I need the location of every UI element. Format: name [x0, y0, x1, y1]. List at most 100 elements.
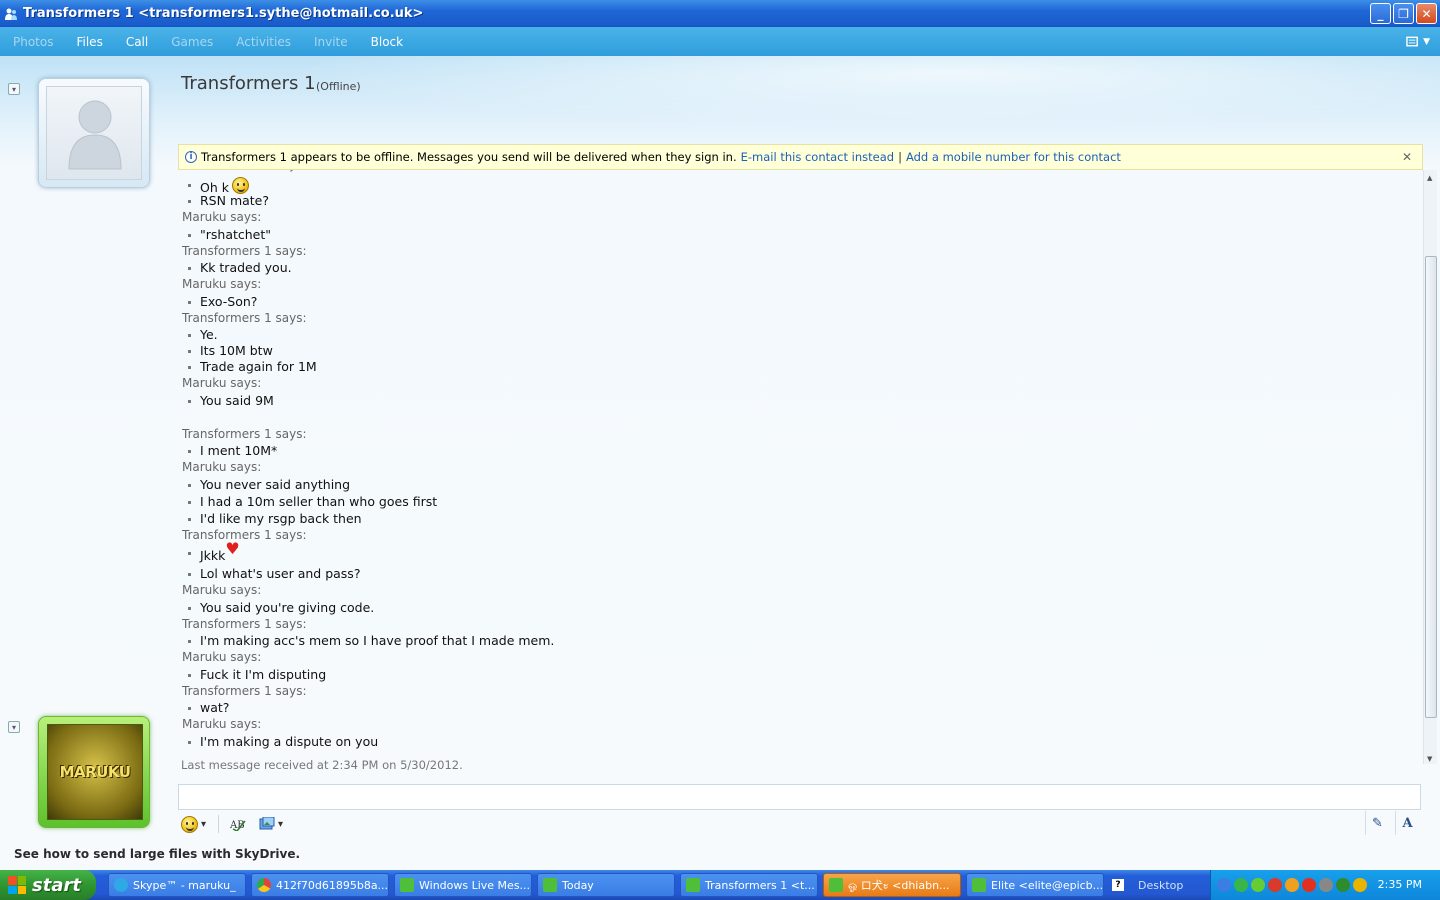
- message-text: You said you're giving code.: [200, 600, 375, 615]
- sender-text: Maruku says:: [182, 376, 262, 390]
- spell-check-button[interactable]: AB: [229, 817, 247, 831]
- font-button[interactable]: A: [1395, 811, 1419, 835]
- messenger-icon: [686, 878, 700, 892]
- task-label: Today: [562, 878, 594, 892]
- sender-header: Maruku says:: [182, 376, 261, 390]
- collapse-contact-pane-button[interactable]: ▾: [8, 83, 20, 95]
- message-line: Jkkk♥: [182, 539, 240, 564]
- offline-infobar: i Transformers 1 appears to be offline. …: [178, 144, 1423, 170]
- task-messenger[interactable]: Windows Live Mes...: [394, 873, 532, 897]
- message-line: You said 9M: [182, 393, 274, 408]
- message-text: I ment 10M*: [200, 443, 278, 458]
- tray-icon[interactable]: [1234, 878, 1248, 892]
- message-text: Its 10M btw: [200, 343, 273, 358]
- message-line: wat?: [182, 700, 229, 715]
- message-text: Ye.: [200, 327, 218, 342]
- task-today[interactable]: Today: [537, 873, 675, 897]
- add-mobile-link[interactable]: Add a mobile number for this contact: [906, 150, 1121, 164]
- chevron-down-icon: ▾: [11, 84, 16, 94]
- start-button[interactable]: start: [0, 870, 96, 900]
- message-line: I'm making acc's mem so I have proof tha…: [182, 633, 554, 648]
- bullet: [188, 400, 191, 403]
- background-button[interactable]: ▾: [259, 817, 283, 831]
- menu-call[interactable]: Call: [126, 35, 148, 49]
- tray-icon[interactable]: [1336, 878, 1350, 892]
- sender-header: Maruku says:: [182, 460, 261, 474]
- message-line: Lol what's user and pass?: [182, 566, 360, 581]
- close-infobar-icon[interactable]: ✕: [1402, 150, 1412, 164]
- tray-icon[interactable]: [1285, 878, 1299, 892]
- tray-icon[interactable]: [1217, 878, 1231, 892]
- sender-header: Transformers 1 says:: [182, 427, 307, 441]
- menu-block[interactable]: Block: [371, 35, 403, 49]
- message-line: Exo-Son?: [182, 294, 257, 309]
- task-elite[interactable]: Elite <elite@epicb...: [966, 873, 1104, 897]
- minimize-button[interactable]: _: [1370, 3, 1391, 24]
- menu-invite: Invite: [313, 34, 348, 49]
- contact-name: Transformers 1: [181, 73, 316, 94]
- close-icon: ✕: [1421, 6, 1432, 21]
- chevron-down-icon: ▾: [11, 722, 16, 732]
- tray-icon[interactable]: [1302, 878, 1316, 892]
- sender-text: Transformers 1 says:: [182, 528, 307, 542]
- message-input[interactable]: [178, 784, 1421, 810]
- bullet: [188, 501, 191, 504]
- tray-icon[interactable]: [1251, 878, 1265, 892]
- tray-icon[interactable]: [1353, 878, 1367, 892]
- email-contact-link[interactable]: E-mail this contact instead: [741, 150, 894, 164]
- clock[interactable]: 2:35 PM: [1378, 878, 1422, 891]
- tray-icon[interactable]: [1319, 878, 1333, 892]
- toolbar-divider: [218, 815, 220, 833]
- message-line: Kk traded you.: [182, 260, 292, 275]
- messenger-icon: [400, 878, 414, 892]
- close-button[interactable]: ✕: [1416, 3, 1437, 24]
- sender-text: Maruku says:: [182, 277, 262, 291]
- tray-icon[interactable]: [1268, 878, 1282, 892]
- history-scrollbar[interactable]: ▲ ▼: [1423, 170, 1437, 764]
- sender-header: Maruku says:: [182, 583, 261, 597]
- sender-text: Maruku says:: [182, 583, 262, 597]
- bullet: [188, 200, 191, 203]
- emoticon-button[interactable]: ▾: [181, 815, 206, 833]
- sender-header: Transformers 1 says:: [182, 244, 307, 258]
- my-avatar-text: MARUKU: [59, 763, 131, 781]
- sender-header: Maruku says:: [182, 650, 261, 664]
- contact-avatar[interactable]: [38, 78, 150, 188]
- sender-header: Transformers 1 says:: [182, 170, 307, 172]
- collapse-my-pane-button[interactable]: ▾: [8, 721, 20, 733]
- task-label: 412f70d61895b8a...: [276, 878, 389, 892]
- skydrive-tip[interactable]: See how to send large files with SkyDriv…: [14, 847, 300, 861]
- menu-photos: Photos: [13, 34, 54, 49]
- help-icon[interactable]: ?: [1112, 879, 1124, 891]
- smile-emoticon-icon: [231, 177, 249, 194]
- info-icon: i: [185, 151, 197, 163]
- heart-emoticon-icon: ♥: [225, 539, 240, 558]
- sender-text: Transformers 1 says:: [182, 311, 307, 325]
- messenger-icon: [543, 878, 557, 892]
- message-line: You never said anything: [182, 477, 350, 492]
- conversation-history[interactable]: Transformers 1 says:Oh kRSN mate?Maruku …: [178, 170, 1423, 764]
- scroll-thumb[interactable]: [1425, 256, 1437, 718]
- start-label: start: [32, 874, 81, 896]
- message-line: I'd like my rsgp back then: [182, 511, 362, 526]
- skype-icon: [114, 878, 128, 892]
- show-menu-button[interactable]: ▼: [1406, 34, 1430, 50]
- restore-icon: ❐: [1398, 6, 1409, 21]
- scroll-down-icon[interactable]: ▼: [1427, 755, 1432, 763]
- bullet: [188, 267, 191, 270]
- message-text: I'm making a dispute on you: [200, 734, 379, 749]
- sender-text: Maruku says:: [182, 460, 262, 474]
- task-dhiabn[interactable]: ஓ ロ犬ะ <dhiabn...: [823, 873, 961, 897]
- desktop-toolbar[interactable]: ? Desktop: [1112, 879, 1183, 892]
- my-avatar[interactable]: MARUKU: [38, 716, 150, 828]
- task-transformers[interactable]: Transformers 1 <t...: [680, 873, 818, 897]
- menu-files[interactable]: Files: [76, 35, 102, 49]
- bullet: [188, 640, 191, 643]
- task-skype[interactable]: Skype™ - maruku_: [108, 873, 246, 897]
- restore-button[interactable]: ❐: [1393, 3, 1414, 24]
- task-chrome[interactable]: 412f70d61895b8a...: [251, 873, 389, 897]
- scroll-up-icon[interactable]: ▲: [1427, 174, 1432, 182]
- bullet: [188, 552, 191, 555]
- my-avatar-picture: MARUKU: [47, 724, 143, 820]
- handwriting-button[interactable]: ✎: [1365, 811, 1389, 835]
